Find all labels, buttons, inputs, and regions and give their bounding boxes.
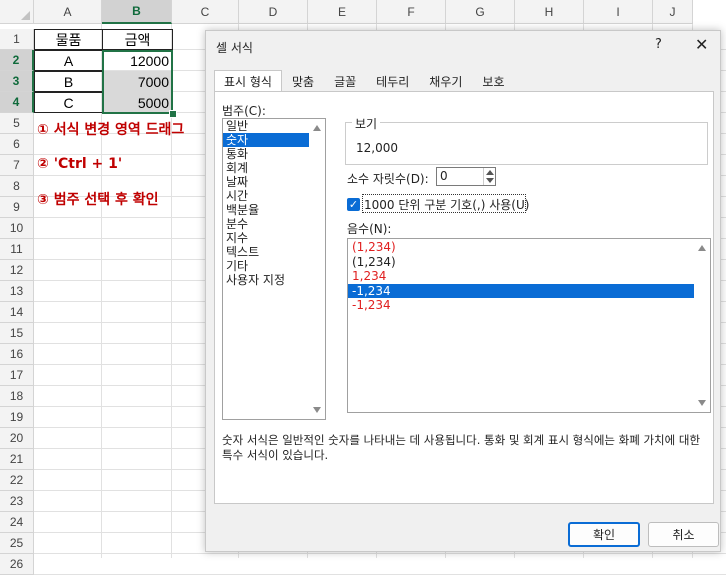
negative-numbers-label: 음수(N): (347, 222, 392, 236)
format-cells-dialog: 셀 서식 ? ✕ 표시 형식 맞춤 글꼴 테두리 채우기 보호 범주(C): 일… (205, 30, 721, 552)
spin-up-icon[interactable] (486, 170, 494, 175)
row-header-6[interactable]: 6 (0, 134, 34, 155)
dialog-tabs: 표시 형식 맞춤 글꼴 테두리 채우기 보호 (214, 70, 515, 92)
row-header-5[interactable]: 5 (0, 113, 34, 134)
row-header-10[interactable]: 10 (0, 218, 34, 239)
decimal-places-label: 소수 자릿수(D): (347, 172, 429, 186)
row-header-25[interactable]: 25 (0, 533, 34, 554)
cancel-button[interactable]: 취소 (648, 522, 719, 547)
tab-alignment[interactable]: 맞춤 (282, 70, 324, 92)
cell-a3[interactable]: B (34, 71, 103, 92)
instruction-step-1: ① 서식 변경 영역 드래그 (37, 122, 185, 138)
negative-format-option[interactable]: 1,234 (348, 269, 710, 284)
dialog-title: 셀 서식 (216, 41, 253, 55)
column-header-a[interactable]: A (34, 0, 102, 24)
column-header-i[interactable]: I (584, 0, 653, 24)
scroll-up-icon[interactable] (698, 245, 706, 251)
row-header-20[interactable]: 20 (0, 428, 34, 449)
ok-button[interactable]: 확인 (568, 522, 640, 547)
row-header-15[interactable]: 15 (0, 323, 34, 344)
scroll-down-icon[interactable] (313, 407, 321, 413)
tab-protection[interactable]: 보호 (472, 70, 514, 92)
spin-down-icon[interactable] (486, 178, 494, 183)
format-description: 숫자 서식은 일반적인 숫자를 나타내는 데 사용됩니다. 통화 및 회계 표시… (222, 433, 701, 462)
column-header-f[interactable]: F (377, 0, 446, 24)
tab-border[interactable]: 테두리 (366, 70, 419, 92)
row-header-9[interactable]: 9 (0, 197, 34, 218)
help-button[interactable]: ? (655, 37, 662, 52)
row-header-23[interactable]: 23 (0, 491, 34, 512)
thousands-separator-checkbox[interactable]: ✓ (347, 198, 360, 211)
column-header-j[interactable]: J (653, 0, 693, 24)
sample-label: 보기 (352, 115, 381, 132)
instruction-step-2: ② 'Ctrl + 1' (37, 156, 123, 172)
scroll-up-icon[interactable] (313, 125, 321, 131)
row-header-1[interactable]: 1 (0, 29, 34, 50)
column-header-h[interactable]: H (515, 0, 584, 24)
column-header-d[interactable]: D (239, 0, 308, 24)
cell-b2[interactable]: 12000 (102, 50, 173, 71)
row-header-3[interactable]: 3 (0, 71, 34, 92)
cell-b1[interactable]: 금액 (102, 29, 173, 50)
column-header-b[interactable]: B (102, 0, 172, 24)
cell-b3[interactable]: 7000 (102, 71, 173, 92)
row-header-18[interactable]: 18 (0, 386, 34, 407)
tab-number-format[interactable]: 표시 형식 (214, 70, 282, 92)
row-header-19[interactable]: 19 (0, 407, 34, 428)
row-header-4[interactable]: 4 (0, 92, 34, 113)
row-header-8[interactable]: 8 (0, 176, 34, 197)
cell-a1[interactable]: 물품 (34, 29, 103, 50)
column-header-g[interactable]: G (446, 0, 515, 24)
column-header-c[interactable]: C (172, 0, 239, 24)
instruction-step-3: ③ 범주 선택 후 확인 (37, 192, 159, 208)
row-header-7[interactable]: 7 (0, 155, 34, 176)
row-header-21[interactable]: 21 (0, 449, 34, 470)
category-list[interactable]: 일반 숫자 통화 회계 날짜 시간 백분율 분수 지수 텍스트 기타 사용자 지정 (222, 118, 326, 420)
row-header-17[interactable]: 17 (0, 365, 34, 386)
column-header-e[interactable]: E (308, 0, 377, 24)
row-header-12[interactable]: 12 (0, 260, 34, 281)
negative-format-option[interactable]: -1,234 (348, 298, 710, 313)
select-all-triangle-icon (21, 11, 30, 20)
decimal-places-spinner[interactable] (483, 168, 496, 185)
sample-group (345, 122, 708, 165)
fill-handle[interactable] (169, 110, 177, 118)
negative-list-scrollbar[interactable] (694, 239, 710, 412)
select-all-corner[interactable] (0, 0, 34, 24)
row-header-26[interactable]: 26 (0, 554, 34, 575)
row-header-22[interactable]: 22 (0, 470, 34, 491)
thousands-separator-label[interactable]: 1000 단위 구분 기호(,) 사용(U) (364, 196, 529, 213)
tab-fill[interactable]: 채우기 (419, 70, 472, 92)
category-scrollbar[interactable] (309, 119, 325, 419)
row-header-24[interactable]: 24 (0, 512, 34, 533)
negative-numbers-list[interactable]: (1,234) (1,234) 1,234 -1,234 -1,234 (347, 238, 711, 413)
row-header-2[interactable]: 2 (0, 50, 34, 71)
category-label: 범주(C): (222, 104, 266, 118)
cell-a4[interactable]: C (34, 92, 103, 113)
row-header-16[interactable]: 16 (0, 344, 34, 365)
tab-font[interactable]: 글꼴 (324, 70, 366, 92)
close-icon[interactable]: ✕ (695, 35, 708, 54)
row-header-13[interactable]: 13 (0, 281, 34, 302)
negative-format-option[interactable]: -1,234 (348, 283, 710, 299)
scroll-down-icon[interactable] (698, 400, 706, 406)
negative-format-option[interactable]: (1,234) (348, 255, 710, 270)
row-header-11[interactable]: 11 (0, 239, 34, 260)
cell-b4[interactable]: 5000 (102, 92, 173, 113)
gridline-horizontal (34, 553, 726, 554)
row-header-14[interactable]: 14 (0, 302, 34, 323)
sample-value: 12,000 (356, 141, 398, 155)
negative-format-option[interactable]: (1,234) (348, 240, 710, 255)
cell-a2[interactable]: A (34, 50, 103, 71)
